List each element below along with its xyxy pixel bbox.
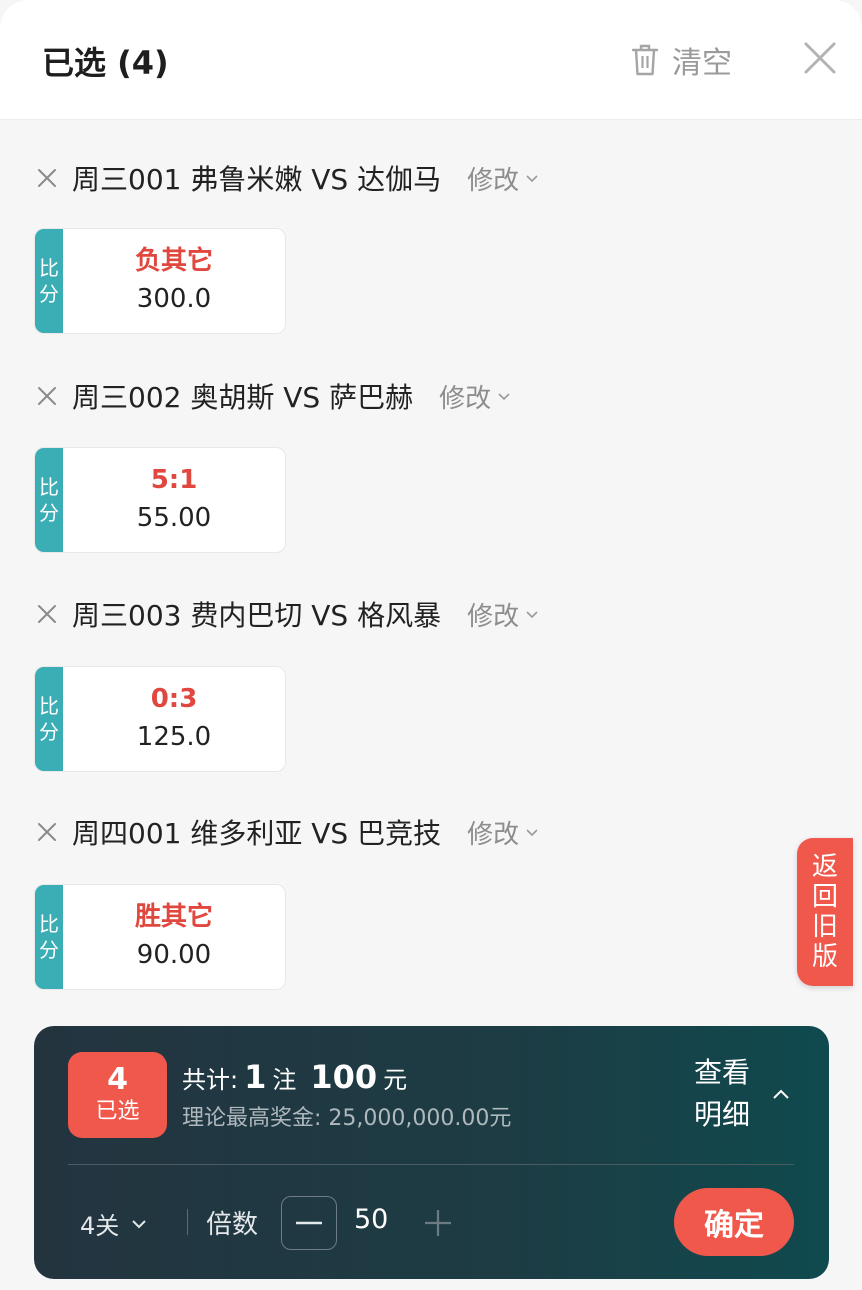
chevron-down-icon [526,175,538,183]
pass-type-select[interactable]: 4关 [80,1206,147,1241]
close-button[interactable] [800,38,840,78]
bet-amount: 100 [310,1058,378,1096]
bet-option-card[interactable]: 比 分 负其它 300.0 [34,228,286,334]
modify-button[interactable]: 修改 [467,596,539,633]
multiplier-value: 50 [354,1204,389,1235]
selected-count: 4 [107,1062,128,1097]
detail-label-line1: 查看 [694,1056,751,1089]
bet-odds: 125.0 [136,722,212,752]
match-row: 周三002 奥胡斯 VS 萨巴赫 修改 [36,376,511,416]
confirm-button[interactable]: 确定 [674,1188,794,1256]
bet-summary-bar: 4 已选 共计: 1 注 100 元 理论最高奖金: 25,000,000.00… [34,1026,829,1279]
chevron-down-icon [132,1219,146,1228]
multiplier-increase-button[interactable] [410,1196,466,1250]
bet-odds: 90.00 [136,940,212,970]
bet-option: 胜其它 [134,902,213,932]
modify-label: 修改 [467,819,520,850]
bet-option: 0:3 [150,684,198,714]
remove-icon[interactable] [36,821,58,843]
divider [68,1164,794,1165]
close-icon [804,42,836,74]
play-type-tag: 比 分 [35,667,63,771]
multiplier-decrease-button[interactable] [281,1196,337,1250]
detail-label-line2: 明细 [694,1098,751,1131]
chevron-down-icon [526,829,538,837]
selection-sheet: 已选 (4) 清空 周三001 弗鲁米嫩 VS 达伽马 修改 比 分 负其它 3… [0,0,862,1290]
total-prefix: 共计: [182,1066,239,1094]
modify-button[interactable]: 修改 [467,160,539,197]
modify-label: 修改 [467,165,520,196]
selected-label: 已选 [95,1099,140,1124]
plus-icon [425,1210,451,1236]
chevron-down-icon [498,393,510,401]
bet-odds: 55.00 [136,503,212,533]
bet-option-card[interactable]: 比 分 胜其它 90.00 [34,884,286,990]
bet-odds: 300.0 [136,284,212,314]
chevron-up-icon [773,1089,789,1099]
bet-summary: 共计: 1 注 100 元 理论最高奖金: 25,000,000.00元 [182,1058,511,1132]
clear-label: 清空 [672,46,732,81]
page-title: 已选 (4) [42,44,169,82]
chevron-down-icon [526,611,538,619]
match-title: 周三001 弗鲁米嫩 VS 达伽马 [72,163,442,196]
play-type-tag: 比 分 [35,885,63,989]
selected-count-badge: 4 已选 [68,1052,167,1138]
bet-option-card[interactable]: 比 分 5:1 55.00 [34,447,286,553]
play-type-tag: 比 分 [35,229,63,333]
match-title: 周三003 费内巴切 VS 格风暴 [72,599,442,632]
remove-icon[interactable] [36,385,58,407]
match-row: 周三001 弗鲁米嫩 VS 达伽马 修改 [36,158,539,198]
play-type-tag: 比 分 [35,448,63,552]
divider [187,1209,188,1235]
match-title: 周三002 奥胡斯 VS 萨巴赫 [72,381,414,414]
max-prize: 理论最高奖金: 25,000,000.00元 [182,1106,512,1131]
modify-label: 修改 [439,383,492,414]
bet-option: 负其它 [134,246,213,276]
modify-button[interactable]: 修改 [439,378,511,415]
remove-icon[interactable] [36,603,58,625]
match-row: 周三003 费内巴切 VS 格风暴 修改 [36,594,539,634]
sheet-header: 已选 (4) 清空 [0,0,862,120]
clear-button[interactable]: 清空 [630,40,732,81]
minus-icon [296,1221,322,1225]
remove-icon[interactable] [36,167,58,189]
match-title: 周四001 维多利亚 VS 巴竞技 [72,817,442,850]
pass-type-value: 4关 [80,1212,120,1240]
modify-button[interactable]: 修改 [467,814,539,851]
back-to-old-version-button[interactable]: 返 回 旧 版 [797,838,853,986]
bet-unit: 注 [272,1066,297,1094]
view-details-button[interactable]: 查看 明细 [694,1052,790,1136]
bet-option-card[interactable]: 比 分 0:3 125.0 [34,666,286,772]
multiplier-label: 倍数 [206,1210,259,1240]
amount-unit: 元 [383,1066,408,1094]
trash-icon [631,44,659,76]
bet-option: 5:1 [150,465,198,495]
match-row: 周四001 维多利亚 VS 巴竞技 修改 [36,812,539,852]
bet-count: 1 [244,1058,267,1096]
modify-label: 修改 [467,601,520,632]
